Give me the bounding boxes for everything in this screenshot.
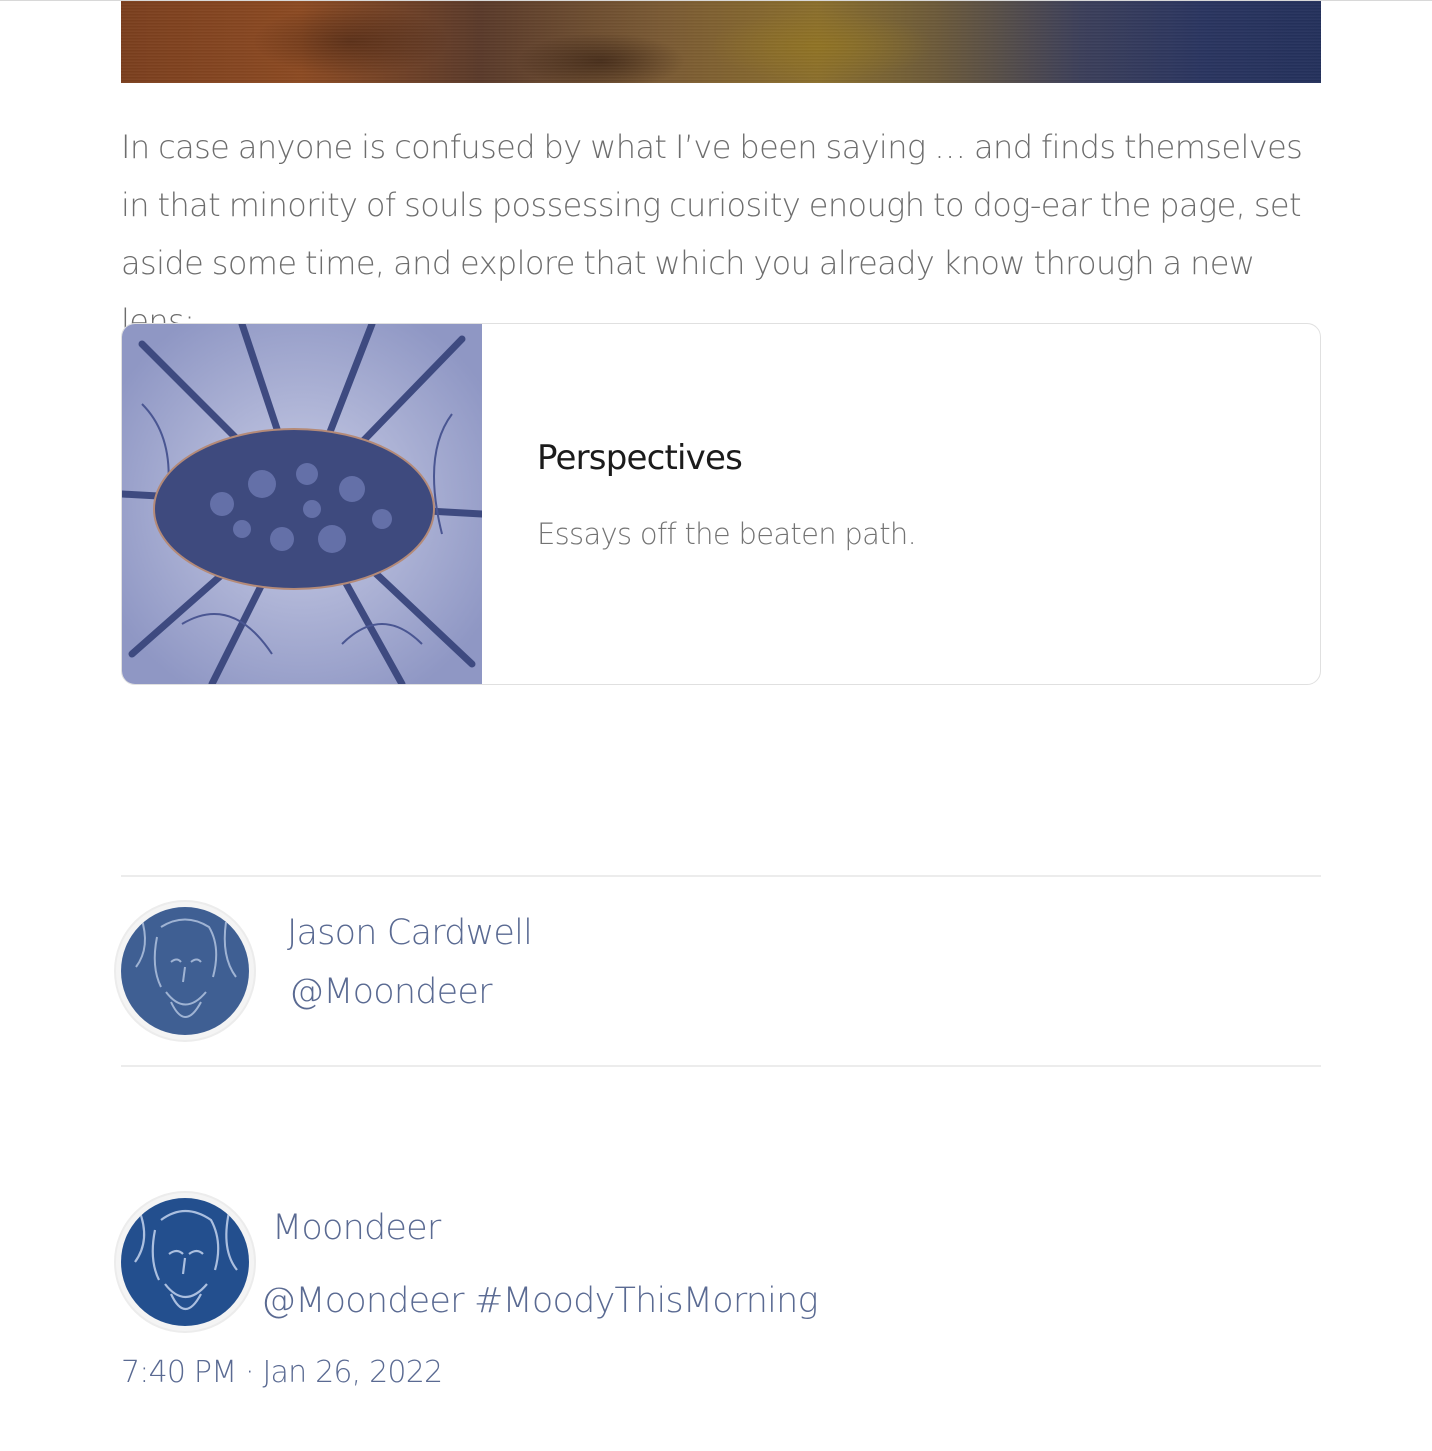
- perspectives-embed-card[interactable]: Perspectives Essays off the beaten path.: [121, 323, 1321, 685]
- author-divider-top: [121, 875, 1321, 877]
- embed-title: Perspectives: [537, 438, 743, 478]
- intro-paragraph: In case anyone is confused by what I’ve …: [121, 128, 1303, 340]
- hero-image: [121, 1, 1321, 83]
- author-avatar[interactable]: [114, 900, 256, 1042]
- perspectives-thumbnail: [122, 324, 482, 684]
- avatar-portrait-icon: [121, 907, 249, 1035]
- author-handle-link[interactable]: @Moondeer: [289, 972, 492, 1012]
- tweet-author-name[interactable]: Moondeer: [272, 1208, 441, 1248]
- author-divider-bottom: [121, 1065, 1321, 1067]
- avatar-portrait-icon: [121, 1198, 249, 1326]
- tweet-timestamp[interactable]: 7:40 PM · Jan 26, 2022: [121, 1355, 443, 1390]
- tweet-avatar[interactable]: [114, 1191, 256, 1333]
- author-name-link[interactable]: Jason Cardwell: [287, 913, 533, 953]
- tweet-text[interactable]: @Moondeer #MoodyThisMorning: [261, 1281, 818, 1321]
- embed-description: Essays off the beaten path.: [537, 517, 917, 551]
